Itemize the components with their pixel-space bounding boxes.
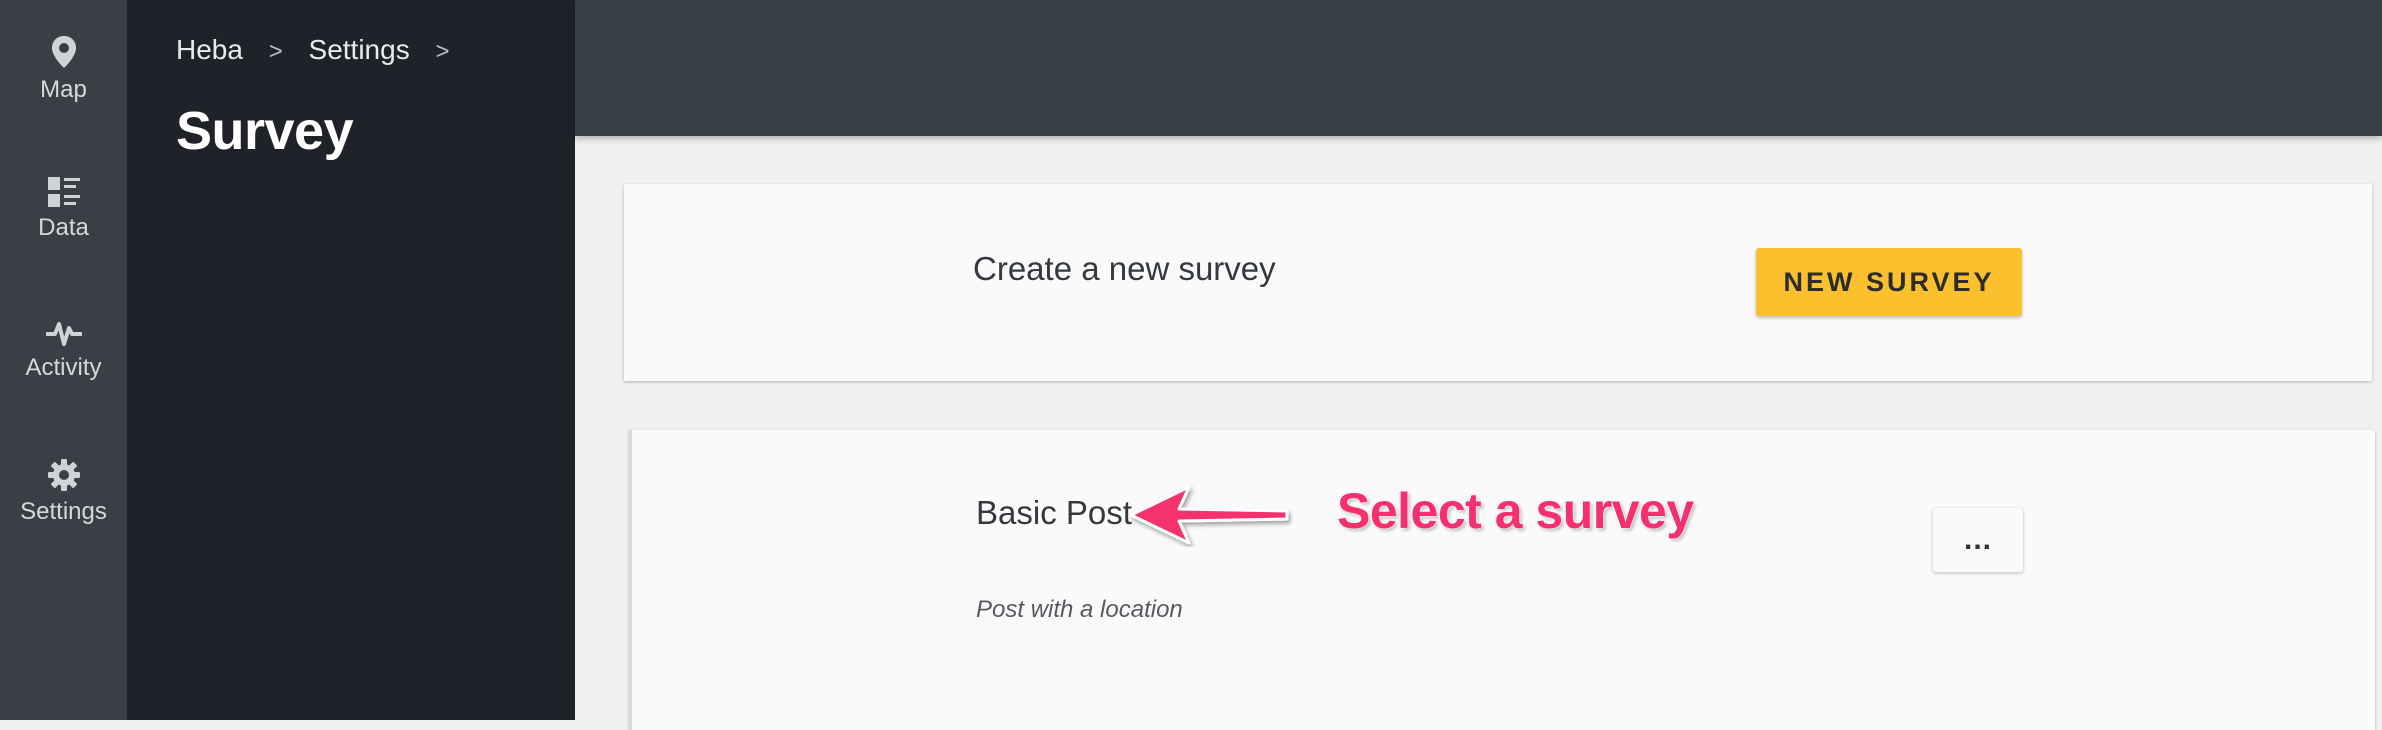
nav-item-settings[interactable]: Settings: [0, 458, 127, 526]
survey-options-button[interactable]: ...: [1933, 508, 2023, 572]
nav-item-label: Data: [38, 214, 89, 241]
annotation-label: Select a survey: [1337, 483, 1694, 539]
breadcrumb-separator: >: [268, 38, 283, 65]
data-list-icon: [47, 177, 80, 207]
breadcrumb-separator: >: [435, 38, 450, 65]
create-survey-text: Create a new survey: [973, 250, 1276, 287]
nav-item-label: Activity: [25, 354, 102, 381]
gear-icon: [47, 459, 80, 491]
nav-item-label: Settings: [20, 498, 107, 525]
create-survey-card: Create a new survey NEW SURVEY: [624, 184, 2372, 381]
breadcrumb: Heba > Settings >: [176, 34, 467, 66]
nav-item-map[interactable]: Map: [0, 34, 127, 104]
new-survey-button[interactable]: NEW SURVEY: [1756, 248, 2022, 316]
map-pin-icon: [51, 36, 76, 68]
survey-description: Post with a location: [976, 596, 1183, 623]
settings-sidebar: Heba > Settings > Survey: [127, 0, 575, 720]
nav-item-activity[interactable]: Activity: [0, 318, 127, 382]
annotation-arrow-icon: [1129, 485, 1289, 545]
survey-title[interactable]: Basic Post: [976, 494, 1132, 532]
nav-item-data[interactable]: Data: [0, 176, 127, 242]
breadcrumb-item-settings[interactable]: Settings: [309, 34, 410, 65]
main-nav-rail: Map Data Activity Settings: [0, 0, 127, 720]
nav-item-label: Map: [40, 76, 87, 103]
survey-list-item[interactable]: Basic Post Post with a location ...: [629, 430, 2375, 730]
breadcrumb-item-heba[interactable]: Heba: [176, 34, 243, 65]
activity-pulse-icon: [45, 322, 82, 346]
top-header-bar: [575, 0, 2382, 136]
page-title: Survey: [176, 101, 354, 161]
